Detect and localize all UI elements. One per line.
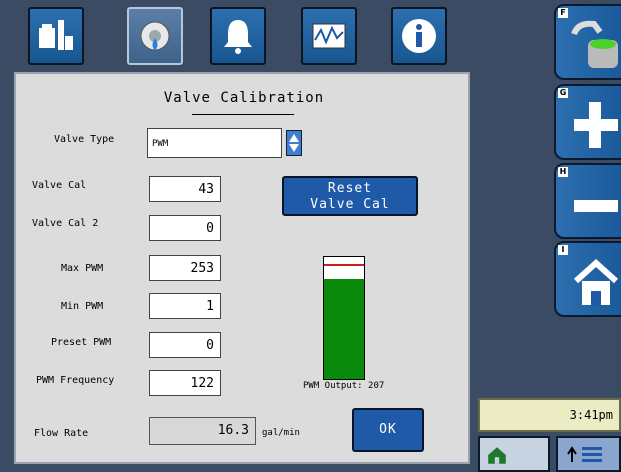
flow-rate-label: Flow Rate bbox=[34, 428, 89, 439]
valve-cal-2-label: Valve Cal 2 bbox=[32, 218, 99, 229]
pwm-max-line bbox=[324, 264, 364, 266]
panel-title: Valve Calibration bbox=[163, 90, 325, 106]
tab-settings[interactable] bbox=[127, 7, 183, 65]
pwm-output-label: PWM Output: 207 bbox=[303, 381, 385, 391]
tab-diagnostics[interactable] bbox=[301, 7, 357, 65]
home-tab-button[interactable] bbox=[478, 436, 550, 472]
valve-type-label: Valve Type bbox=[54, 134, 115, 145]
tank-fill-icon bbox=[571, 20, 618, 68]
bell-icon bbox=[224, 20, 252, 54]
preset-pwm-label: Preset PWM bbox=[51, 337, 112, 348]
tab-info[interactable] bbox=[391, 7, 447, 65]
chevron-up-icon[interactable] bbox=[289, 134, 299, 142]
tab-alarms[interactable] bbox=[210, 7, 266, 65]
valve-calibration-panel: Valve Calibration Valve Type PWM Valve C… bbox=[14, 72, 470, 464]
tools-icon bbox=[39, 20, 73, 50]
side-button-f[interactable]: F bbox=[554, 4, 621, 80]
reset-label-line1: Reset bbox=[327, 181, 373, 196]
side-button-h[interactable]: H bbox=[554, 163, 621, 239]
valve-type-select[interactable]: PWM bbox=[147, 128, 282, 158]
top-toolbar bbox=[0, 0, 477, 70]
pwm-output-bar bbox=[323, 256, 365, 380]
reset-label-line2: Valve Cal bbox=[310, 197, 390, 212]
valve-cal-input[interactable]: 43 bbox=[149, 176, 221, 202]
max-pwm-input[interactable]: 253 bbox=[149, 255, 221, 281]
valve-cal-label: Valve Cal bbox=[32, 180, 87, 191]
side-button-g[interactable]: G bbox=[554, 84, 621, 160]
minus-icon bbox=[574, 200, 618, 212]
screen: Valve Calibration Valve Type PWM Valve C… bbox=[0, 0, 621, 472]
clock: 3:41pm bbox=[478, 398, 621, 432]
min-pwm-input[interactable]: 1 bbox=[149, 293, 221, 319]
gear-droplet-icon bbox=[140, 21, 170, 51]
min-pwm-label: Min PWM bbox=[61, 301, 104, 312]
ok-button[interactable]: OK bbox=[352, 408, 424, 452]
up-list-icon bbox=[567, 446, 602, 462]
valve-cal-2-input[interactable]: 0 bbox=[149, 215, 221, 241]
home-icon bbox=[488, 447, 506, 464]
max-pwm-label: Max PWM bbox=[61, 263, 104, 274]
info-icon bbox=[402, 19, 436, 53]
menu-tab-button[interactable] bbox=[556, 436, 621, 472]
waveform-icon bbox=[312, 23, 346, 49]
side-button-i[interactable]: I bbox=[554, 241, 621, 317]
flow-rate-units: gal/min bbox=[262, 428, 300, 438]
title-divider bbox=[192, 114, 294, 115]
pwm-frequency-label: PWM Frequency bbox=[36, 375, 115, 386]
reset-valve-cal-button[interactable]: Reset Valve Cal bbox=[282, 176, 418, 216]
flow-rate-value: 16.3 bbox=[149, 417, 256, 445]
valve-type-spinner[interactable] bbox=[286, 130, 302, 156]
pwm-frequency-input[interactable]: 122 bbox=[149, 370, 221, 396]
preset-pwm-input[interactable]: 0 bbox=[149, 332, 221, 358]
pwm-output-fill bbox=[324, 279, 364, 379]
chevron-down-icon[interactable] bbox=[289, 144, 299, 152]
plus-icon bbox=[574, 102, 618, 148]
tab-tools[interactable] bbox=[28, 7, 84, 65]
home-icon bbox=[573, 258, 619, 305]
